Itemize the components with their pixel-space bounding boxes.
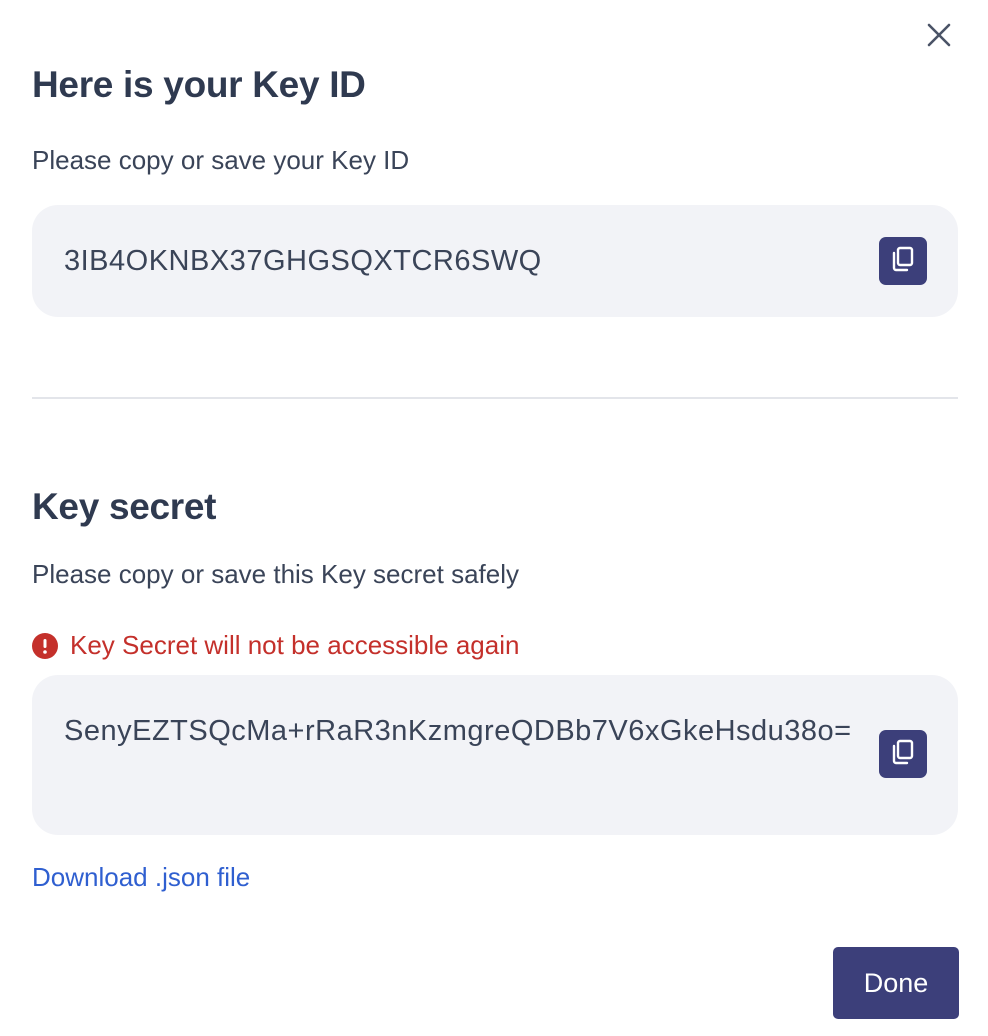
warning-text: Key Secret will not be accessible again xyxy=(70,630,520,660)
done-button[interactable]: Done xyxy=(833,947,959,1019)
copy-key-id-button[interactable] xyxy=(879,237,927,285)
section-divider xyxy=(32,397,958,399)
key-id-description: Please copy or save your Key ID xyxy=(32,145,410,175)
key-secret-warning: Key Secret will not be accessible again xyxy=(32,630,519,661)
key-id-title: Here is your Key ID xyxy=(32,64,366,105)
key-secret-description: Please copy or save this Key secret safe… xyxy=(32,559,520,589)
key-secret-value[interactable]: SenyEZTSQcMa+rRaR3nKzmgreQDBb7V6xGkeHsdu… xyxy=(64,708,854,754)
copy-key-secret-button[interactable] xyxy=(879,730,927,778)
key-id-value[interactable]: 3IB4OKNBX37GHGSQXTCR6SWQ xyxy=(64,238,844,284)
close-icon xyxy=(926,22,952,53)
copy-icon xyxy=(889,738,917,771)
alert-circle-icon xyxy=(32,632,58,659)
copy-icon xyxy=(889,245,917,278)
key-secret-title: Key secret xyxy=(32,486,217,527)
key-id-box: 3IB4OKNBX37GHGSQXTCR6SWQ xyxy=(32,205,958,317)
close-button[interactable] xyxy=(922,20,956,54)
key-secret-box: SenyEZTSQcMa+rRaR3nKzmgreQDBb7V6xGkeHsdu… xyxy=(32,675,958,835)
download-json-link[interactable]: Download .json file xyxy=(32,862,250,893)
key-created-dialog: Here is your Key ID Please copy or save … xyxy=(0,0,988,1036)
